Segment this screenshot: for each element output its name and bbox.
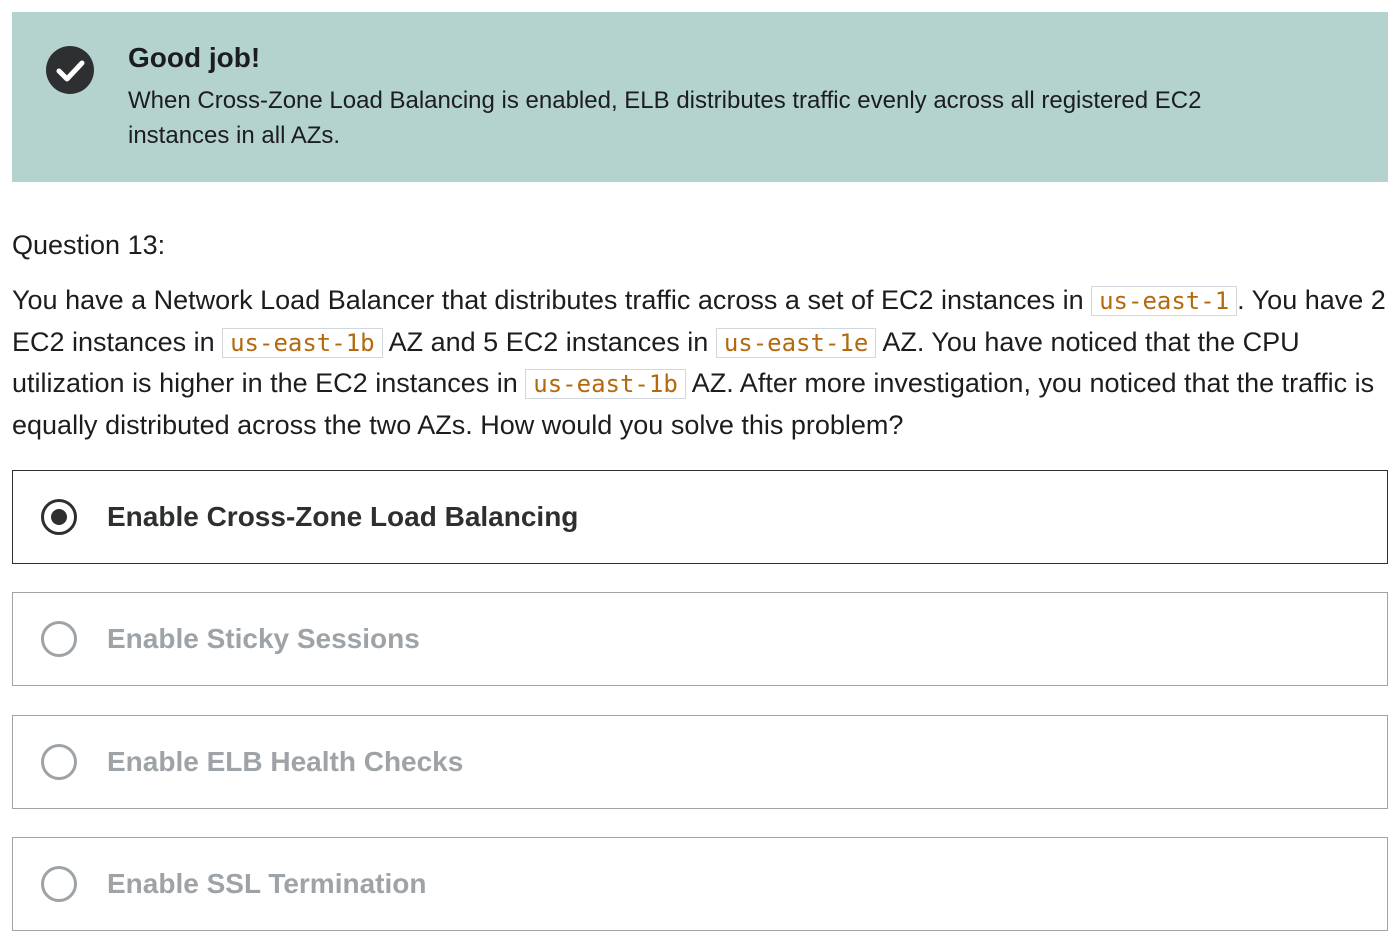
- question-number: Question 13:: [12, 230, 166, 260]
- answer-label: Enable ELB Health Checks: [107, 746, 464, 777]
- radio-button[interactable]: [41, 744, 77, 780]
- answer-option-ssl-termination[interactable]: Enable SSL Termination: [12, 837, 1388, 931]
- region-code: us-east-1: [1091, 286, 1238, 316]
- answer-option-cross-zone[interactable]: Enable Cross-Zone Load Balancing: [12, 470, 1388, 564]
- success-alert: Good job! When Cross-Zone Load Balancing…: [12, 12, 1388, 182]
- radio-button[interactable]: [41, 866, 77, 902]
- answer-label: Enable Sticky Sessions: [107, 623, 420, 654]
- alert-title: Good job!: [128, 42, 261, 73]
- radio-selected-dot: [51, 509, 67, 525]
- answer-option-sticky-sessions[interactable]: Enable Sticky Sessions: [12, 592, 1388, 686]
- radio-button[interactable]: [41, 621, 77, 657]
- az-code: us-east-1b: [525, 369, 686, 399]
- check-circle-icon: [46, 46, 94, 94]
- question-prompt: You have a Network Load Balancer that di…: [12, 280, 1392, 445]
- alert-explanation: When Cross-Zone Load Balancing is enable…: [128, 87, 1202, 149]
- answer-label: Enable SSL Termination: [107, 868, 427, 899]
- answer-label: Enable Cross-Zone Load Balancing: [107, 501, 579, 532]
- radio-button[interactable]: [41, 499, 77, 535]
- prompt-text: You have a Network Load Balancer that di…: [12, 285, 1092, 315]
- answer-option-health-checks[interactable]: Enable ELB Health Checks: [12, 715, 1388, 809]
- az-code: us-east-1e: [715, 327, 877, 358]
- prompt-text: AZ and 5 EC2 instances in: [382, 326, 716, 357]
- az-code: us-east-1b: [222, 327, 383, 358]
